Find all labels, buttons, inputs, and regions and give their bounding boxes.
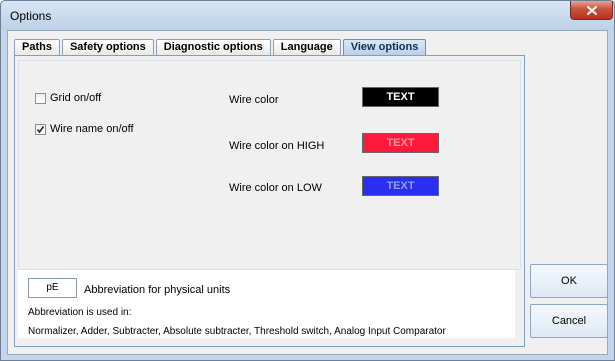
wire-high-swatch[interactable]: TEXT bbox=[362, 133, 439, 153]
wire-color-text: TEXT bbox=[386, 91, 415, 103]
tab-language[interactable]: Language bbox=[272, 39, 341, 55]
tab-diagnostic-options[interactable]: Diagnostic options bbox=[155, 39, 271, 55]
checkmark-icon bbox=[36, 125, 45, 133]
cancel-button[interactable]: Cancel bbox=[530, 304, 608, 338]
tab-strip: Paths Safety options Diagnostic options … bbox=[14, 39, 428, 55]
tab-safety-options[interactable]: Safety options bbox=[61, 39, 154, 55]
wire-name-label: Wire name on/off bbox=[50, 123, 134, 135]
wire-low-label: Wire color on LOW bbox=[229, 182, 322, 194]
close-button[interactable] bbox=[570, 1, 613, 20]
wire-low-text: TEXT bbox=[386, 180, 415, 192]
window-title: Options bbox=[10, 9, 52, 23]
grid-toggle-row[interactable]: Grid on/off bbox=[35, 92, 101, 104]
wire-low-swatch[interactable]: TEXT bbox=[362, 176, 439, 196]
tab-view-options[interactable]: View options bbox=[342, 39, 427, 55]
wire-name-toggle-row[interactable]: Wire name on/off bbox=[35, 123, 134, 135]
title-bar[interactable]: Options bbox=[1, 1, 614, 30]
wire-name-checkbox[interactable] bbox=[35, 123, 46, 135]
wire-color-label: Wire color bbox=[229, 94, 279, 106]
abbreviation-used-in-label: Abbreviation is used in: bbox=[28, 307, 132, 318]
abbreviation-label: Abbreviation for physical units bbox=[84, 284, 231, 296]
wire-high-text: TEXT bbox=[386, 137, 415, 149]
abbreviation-input[interactable]: pE bbox=[28, 278, 77, 298]
wire-color-swatch[interactable]: TEXT bbox=[362, 87, 439, 107]
ok-button[interactable]: OK bbox=[530, 264, 608, 298]
grid-label: Grid on/off bbox=[50, 92, 102, 104]
wire-high-label: Wire color on HIGH bbox=[229, 140, 325, 152]
close-icon bbox=[586, 5, 597, 15]
abbreviation-used-in-list: Normalizer, Adder, Subtracter, Absolute … bbox=[28, 326, 446, 337]
grid-checkbox[interactable] bbox=[35, 92, 46, 104]
tab-paths[interactable]: Paths bbox=[14, 39, 60, 55]
